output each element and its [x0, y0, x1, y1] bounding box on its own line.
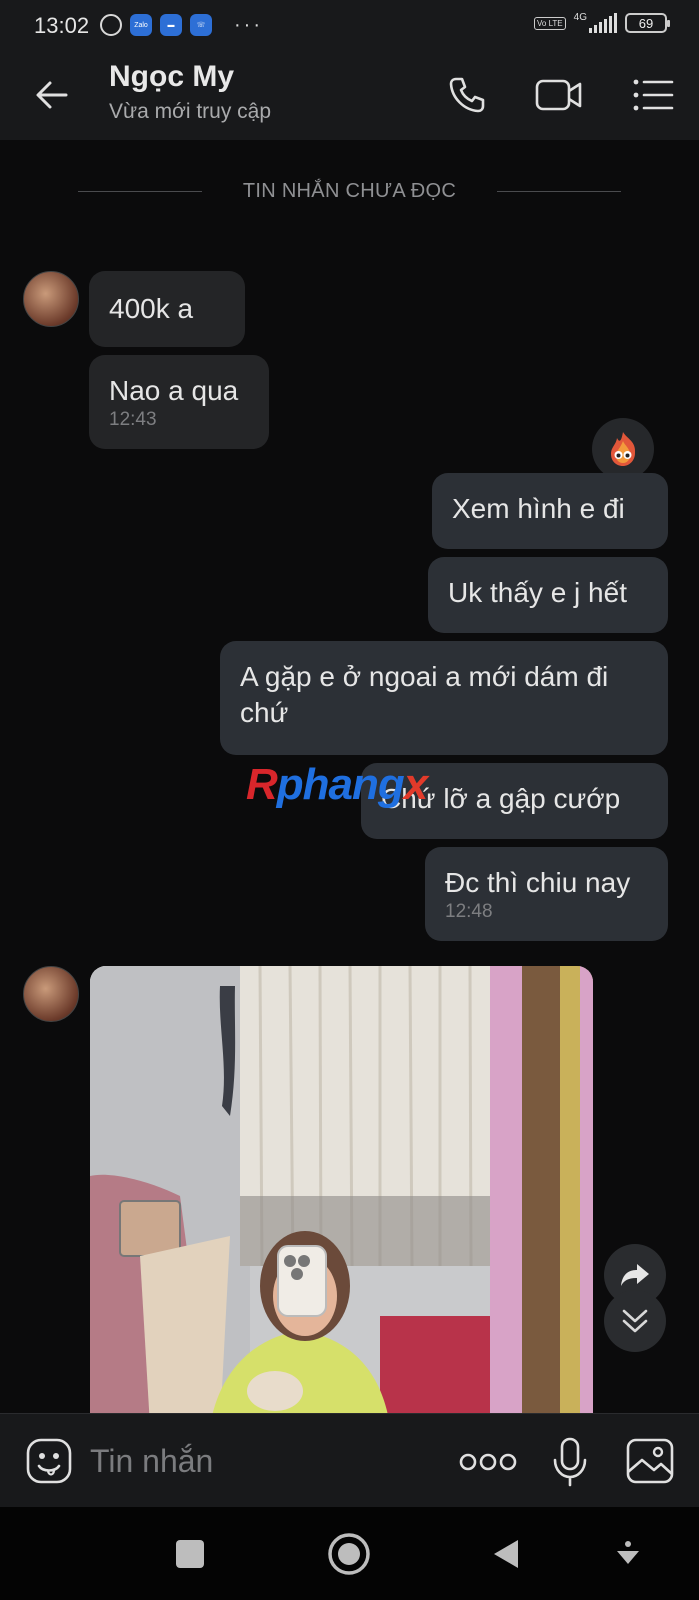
- status-bar: 13:02 Zalo ▬ ☏ ··· Vo LTE 4G 69: [0, 0, 699, 50]
- scroll-to-bottom-button[interactable]: [604, 1290, 666, 1352]
- status-app-icons: Zalo ▬ ☏ ···: [100, 14, 263, 36]
- nav-hide-button[interactable]: [603, 1529, 653, 1579]
- messenger-icon: ▬: [160, 14, 182, 36]
- message-time: 12:43: [109, 409, 157, 430]
- video-call-icon: [535, 79, 582, 111]
- square-recents-icon: [176, 1540, 204, 1568]
- forward-share-icon: [621, 1264, 649, 1286]
- more-options-icon: [459, 1453, 517, 1471]
- status-overflow: ···: [234, 14, 263, 36]
- chat-header: Ngọc My Vừa mới truy cập: [0, 50, 699, 140]
- network-label: 4G: [573, 11, 587, 23]
- message-bubble-outgoing[interactable]: A gặp e ở ngoai a mới dám đi chứ: [220, 641, 668, 755]
- message-input-bar: [0, 1413, 699, 1507]
- message-text: Uk thấy e j hết: [448, 577, 627, 608]
- message-bubble-incoming[interactable]: 400k a: [89, 271, 245, 347]
- battery-level: 69: [638, 15, 654, 31]
- battery-icon: 69: [625, 13, 670, 33]
- avatar[interactable]: [23, 966, 79, 1022]
- avatar[interactable]: [23, 271, 79, 327]
- message-time: 12:48: [445, 901, 493, 922]
- photo-image: [90, 966, 593, 1413]
- chat-messages[interactable]: TIN NHẮN CHƯA ĐỌC 400k a Nao a qua 12:43…: [0, 140, 699, 1413]
- menu-list-icon: [633, 79, 674, 111]
- hide-nav-arrow-icon: [617, 1541, 639, 1564]
- watermark-letter-x: x: [403, 760, 429, 809]
- message-text: Đc thì chiu nay: [445, 867, 631, 898]
- sticker-emoji-icon: [26, 1438, 72, 1484]
- system-navigation-bar: [0, 1507, 699, 1600]
- photo-message[interactable]: [90, 966, 593, 1413]
- back-arrow-icon: [36, 81, 68, 109]
- message-bubble-incoming[interactable]: Nao a qua 12:43: [89, 355, 269, 449]
- phone-call-icon: [449, 77, 485, 113]
- double-chevron-down-icon: [622, 1309, 648, 1333]
- signal-icon: [589, 13, 617, 33]
- status-time: 13:02: [34, 13, 90, 38]
- zalo-icon: Zalo: [130, 14, 152, 36]
- image-gallery-icon: [626, 1438, 674, 1484]
- circle-home-icon: [328, 1533, 370, 1575]
- watermark-letter-r: R: [246, 760, 278, 809]
- message-text: A gặp e ở ngoai a mới dám đi chứ: [240, 661, 609, 728]
- message-bubble-outgoing[interactable]: Xem hình e đi: [432, 473, 668, 549]
- video-call-button[interactable]: [534, 70, 584, 120]
- message-text: 400k a: [109, 293, 194, 324]
- status-right: Vo LTE 4G 69: [534, 11, 670, 33]
- voice-call-button[interactable]: [442, 70, 492, 120]
- triangle-back-icon: [494, 1540, 518, 1568]
- fire-face-reaction-icon: [611, 432, 636, 466]
- contact-name[interactable]: Ngọc My: [109, 60, 234, 94]
- chat-menu-button[interactable]: [628, 70, 678, 120]
- more-options-button[interactable]: [458, 1444, 518, 1480]
- contact-status: Vừa mới truy cập: [109, 100, 272, 123]
- sticker-button[interactable]: [24, 1436, 74, 1486]
- message-bubble-outgoing[interactable]: Đc thì chiu nay 12:48: [425, 847, 668, 941]
- watermark-logo: Rphangx: [246, 760, 429, 810]
- back-button[interactable]: [30, 72, 76, 118]
- voice-message-button[interactable]: [550, 1436, 590, 1488]
- reaction-badge[interactable]: [592, 418, 654, 480]
- alarm-icon: [100, 14, 122, 36]
- nav-home-button[interactable]: [324, 1529, 374, 1579]
- phone-icon: ☏: [190, 14, 212, 36]
- message-input[interactable]: [90, 1438, 430, 1484]
- message-text: Xem hình e đi: [452, 493, 625, 524]
- gallery-button[interactable]: [624, 1436, 676, 1486]
- divider-line-right: [497, 191, 621, 192]
- message-bubble-outgoing[interactable]: Uk thấy e j hết: [428, 557, 668, 633]
- volte-icon: Vo LTE: [534, 16, 566, 30]
- nav-recents-button[interactable]: [165, 1529, 215, 1579]
- watermark-middle: phang: [276, 760, 405, 809]
- message-text: Nao a qua: [109, 375, 239, 406]
- microphone-icon: [553, 1437, 587, 1487]
- nav-back-button[interactable]: [482, 1529, 532, 1579]
